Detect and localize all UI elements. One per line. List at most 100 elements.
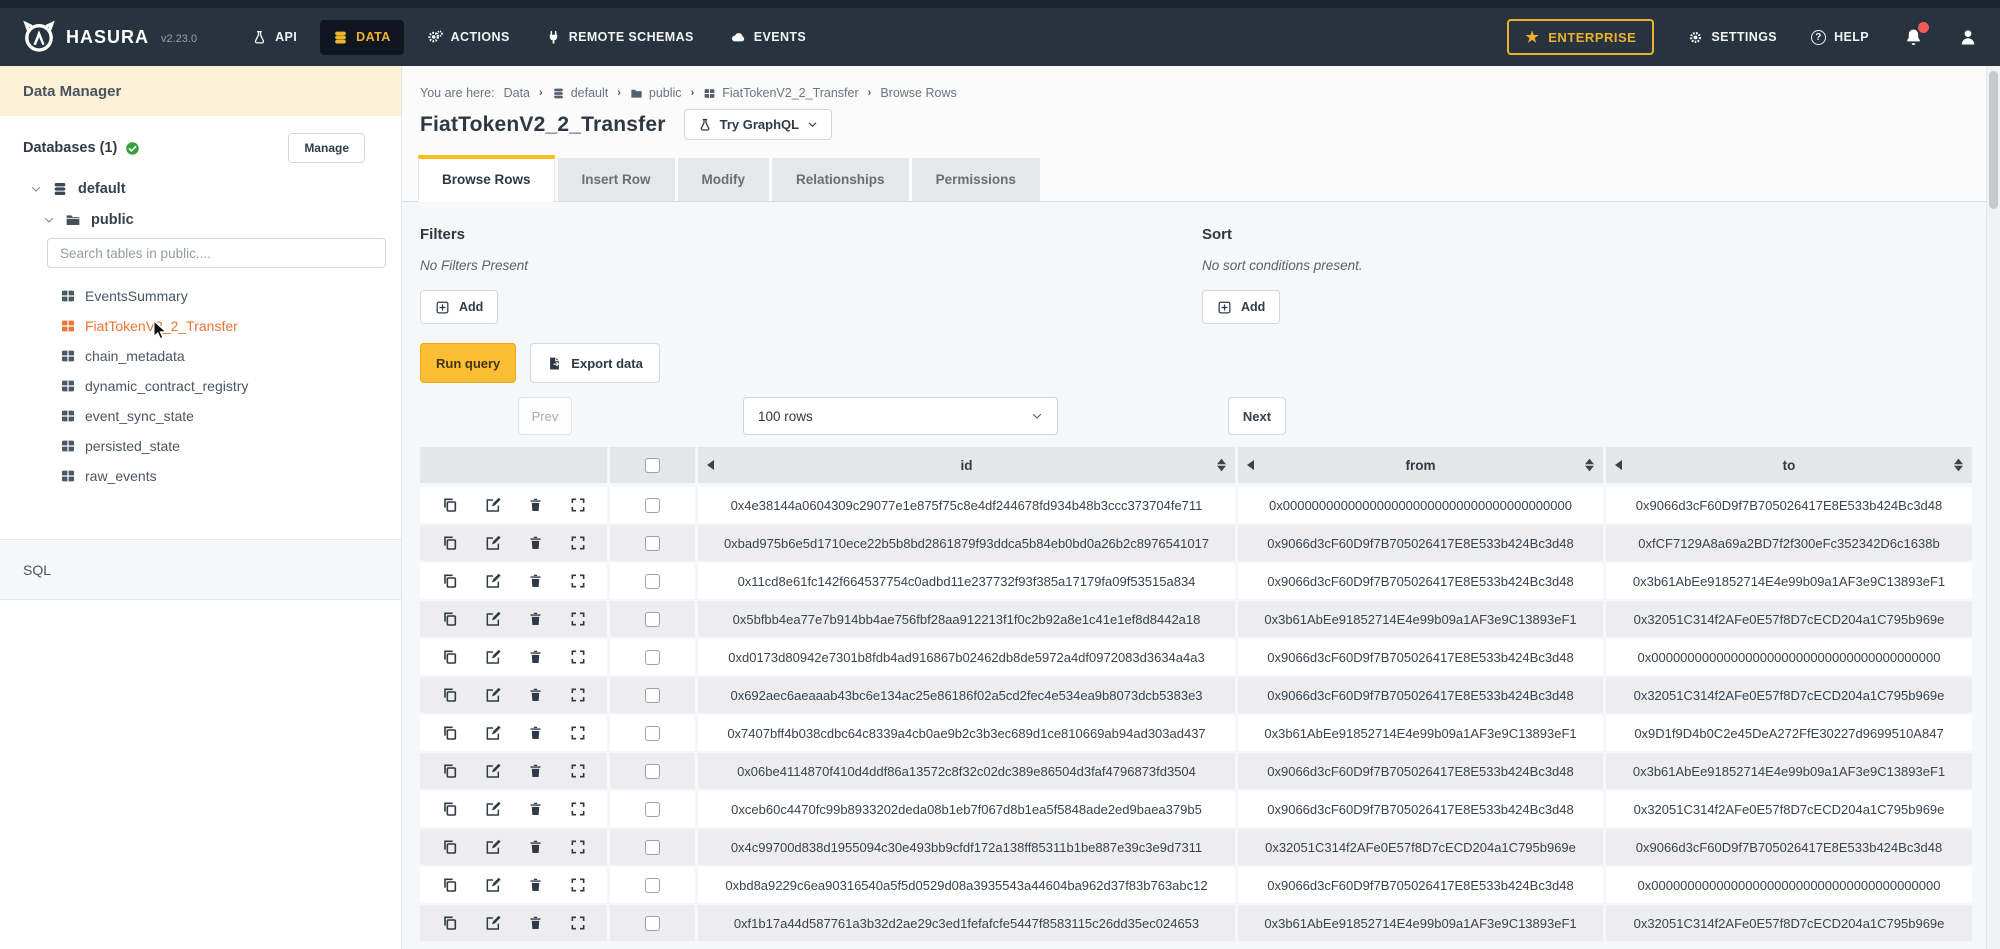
chevron-down-icon[interactable]	[30, 183, 42, 195]
delete-row-icon[interactable]	[528, 763, 543, 779]
copy-row-icon[interactable]	[442, 497, 458, 513]
expand-row-icon[interactable]	[570, 573, 586, 589]
tab-relationships[interactable]: Relationships	[772, 158, 909, 201]
add-filter-button[interactable]: Add	[420, 290, 498, 324]
expand-row-icon[interactable]	[570, 801, 586, 817]
sidebar-table-eventssummary[interactable]: EventsSummary	[0, 281, 401, 311]
copy-row-icon[interactable]	[442, 535, 458, 551]
add-sort-button[interactable]: Add	[1202, 290, 1280, 324]
row-checkbox[interactable]	[645, 802, 660, 817]
cell-id[interactable]: 0x4c99700d838d1955094c30e493bb9cfdf172a1…	[698, 829, 1238, 865]
copy-row-icon[interactable]	[442, 573, 458, 589]
expand-row-icon[interactable]	[570, 725, 586, 741]
cell-id[interactable]: 0x7407bff4b038cdbc64c8339a4cb0ae9b2c3b3e…	[698, 715, 1238, 751]
delete-row-icon[interactable]	[528, 839, 543, 855]
search-tables-input[interactable]	[47, 238, 386, 268]
breadcrumb-default[interactable]: default	[552, 86, 609, 100]
cell-id[interactable]: 0xf1b17a44d587761a3b32d2ae29c3ed1fefafcf…	[698, 905, 1238, 941]
edit-row-icon[interactable]	[485, 801, 501, 817]
expand-row-icon[interactable]	[570, 611, 586, 627]
sidebar-table-chain-metadata[interactable]: chain_metadata	[0, 341, 401, 371]
edit-row-icon[interactable]	[485, 687, 501, 703]
copy-row-icon[interactable]	[442, 877, 458, 893]
edit-row-icon[interactable]	[485, 725, 501, 741]
try-graphql-button[interactable]: Try GraphQL	[684, 109, 832, 140]
copy-row-icon[interactable]	[442, 763, 458, 779]
sidebar-table-event-sync-state[interactable]: event_sync_state	[0, 401, 401, 431]
column-header-to[interactable]: to	[1606, 447, 1972, 483]
next-page-button[interactable]: Next	[1228, 397, 1286, 435]
delete-row-icon[interactable]	[528, 877, 543, 893]
cell-from[interactable]: 0x9066d3cF60D9f7B705026417E8E533b424Bc3d…	[1238, 791, 1606, 827]
cell-to[interactable]: 0x00000000000000000000000000000000000000…	[1606, 639, 1972, 675]
copy-row-icon[interactable]	[442, 611, 458, 627]
cell-from[interactable]: 0x9066d3cF60D9f7B705026417E8E533b424Bc3d…	[1238, 867, 1606, 903]
row-checkbox[interactable]	[645, 536, 660, 551]
nav-item-remote-schemas[interactable]: REMOTE SCHEMAS	[533, 20, 707, 55]
edit-row-icon[interactable]	[485, 839, 501, 855]
row-checkbox[interactable]	[645, 574, 660, 589]
row-checkbox[interactable]	[645, 840, 660, 855]
nav-item-actions[interactable]: ACTIONS	[414, 19, 523, 55]
edit-row-icon[interactable]	[485, 915, 501, 931]
edit-row-icon[interactable]	[485, 877, 501, 893]
edit-row-icon[interactable]	[485, 573, 501, 589]
user-menu-button[interactable]	[1958, 27, 1978, 47]
copy-row-icon[interactable]	[442, 687, 458, 703]
collapse-column-icon[interactable]	[1615, 460, 1623, 470]
sort-column-icon[interactable]	[1954, 459, 1963, 472]
delete-row-icon[interactable]	[528, 649, 543, 665]
cell-id[interactable]: 0xbad975b6e5d1710ece22b5b8bd2861879f93dd…	[698, 525, 1238, 561]
nav-item-events[interactable]: EVENTS	[717, 19, 819, 55]
row-checkbox[interactable]	[645, 612, 660, 627]
tab-permissions[interactable]: Permissions	[912, 158, 1040, 201]
expand-row-icon[interactable]	[570, 535, 586, 551]
help-button[interactable]: ? HELP	[1811, 30, 1869, 45]
sidebar-table-persisted-state[interactable]: persisted_state	[0, 431, 401, 461]
cell-from[interactable]: 0x3b61AbEe91852714E4e99b09a1AF3e9C13893e…	[1238, 715, 1606, 751]
delete-row-icon[interactable]	[528, 611, 543, 627]
cell-from[interactable]: 0x00000000000000000000000000000000000000…	[1238, 487, 1606, 523]
cell-from[interactable]: 0x9066d3cF60D9f7B705026417E8E533b424Bc3d…	[1238, 563, 1606, 599]
breadcrumb-public[interactable]: public	[630, 86, 682, 100]
cell-to[interactable]: 0x32051C314f2AFe0E57f8D7cECD204a1C795b96…	[1606, 677, 1972, 713]
cell-to[interactable]: 0x9066d3cF60D9f7B705026417E8E533b424Bc3d…	[1606, 829, 1972, 865]
cell-id[interactable]: 0xceb60c4470fc99b8933202deda08b1eb7f067d…	[698, 791, 1238, 827]
tab-modify[interactable]: Modify	[678, 158, 770, 201]
sidebar-schema-public[interactable]: public	[43, 212, 401, 228]
export-data-button[interactable]: Export data	[530, 343, 660, 383]
cell-id[interactable]: 0x06be4114870f410d4ddf86a13572c8f32c02dc…	[698, 753, 1238, 789]
settings-button[interactable]: SETTINGS	[1688, 30, 1777, 45]
row-checkbox[interactable]	[645, 726, 660, 741]
hasura-logo[interactable]: HASURA v2.23.0	[22, 20, 197, 54]
expand-row-icon[interactable]	[570, 839, 586, 855]
column-header-id[interactable]: id	[698, 447, 1238, 483]
cell-from[interactable]: 0x9066d3cF60D9f7B705026417E8E533b424Bc3d…	[1238, 677, 1606, 713]
scrollbar-thumb[interactable]	[1989, 71, 1998, 209]
edit-row-icon[interactable]	[485, 497, 501, 513]
cell-from[interactable]: 0x9066d3cF60D9f7B705026417E8E533b424Bc3d…	[1238, 639, 1606, 675]
sidebar-table-dynamic-contract-registry[interactable]: dynamic_contract_registry	[0, 371, 401, 401]
edit-row-icon[interactable]	[485, 763, 501, 779]
copy-row-icon[interactable]	[442, 915, 458, 931]
cell-id[interactable]: 0xbd8a9229c6ea90316540a5f5d0529d08a39355…	[698, 867, 1238, 903]
row-checkbox[interactable]	[645, 878, 660, 893]
collapse-column-icon[interactable]	[707, 460, 715, 470]
row-checkbox[interactable]	[645, 498, 660, 513]
tab-insert-row[interactable]: Insert Row	[558, 158, 675, 201]
row-checkbox[interactable]	[645, 650, 660, 665]
expand-row-icon[interactable]	[570, 497, 586, 513]
enterprise-button[interactable]: ★ ENTERPRISE	[1507, 19, 1654, 55]
cell-to[interactable]: 0x9D1f9D4b0C2e45DeA272FfE30227d9699510A8…	[1606, 715, 1972, 751]
cell-to[interactable]: 0x32051C314f2AFe0E57f8D7cECD204a1C795b96…	[1606, 601, 1972, 637]
chevron-down-icon[interactable]	[43, 214, 55, 226]
cell-id[interactable]: 0xd0173d80942e7301b8fdb4ad916867b02462db…	[698, 639, 1238, 675]
copy-row-icon[interactable]	[442, 725, 458, 741]
copy-row-icon[interactable]	[442, 649, 458, 665]
delete-row-icon[interactable]	[528, 915, 543, 931]
expand-row-icon[interactable]	[570, 649, 586, 665]
cell-from[interactable]: 0x9066d3cF60D9f7B705026417E8E533b424Bc3d…	[1238, 525, 1606, 561]
breadcrumb-browse-rows[interactable]: Browse Rows	[880, 86, 956, 100]
vertical-scrollbar[interactable]	[1986, 66, 2000, 949]
cell-to[interactable]: 0x3b61AbEe91852714E4e99b09a1AF3e9C13893e…	[1606, 563, 1972, 599]
